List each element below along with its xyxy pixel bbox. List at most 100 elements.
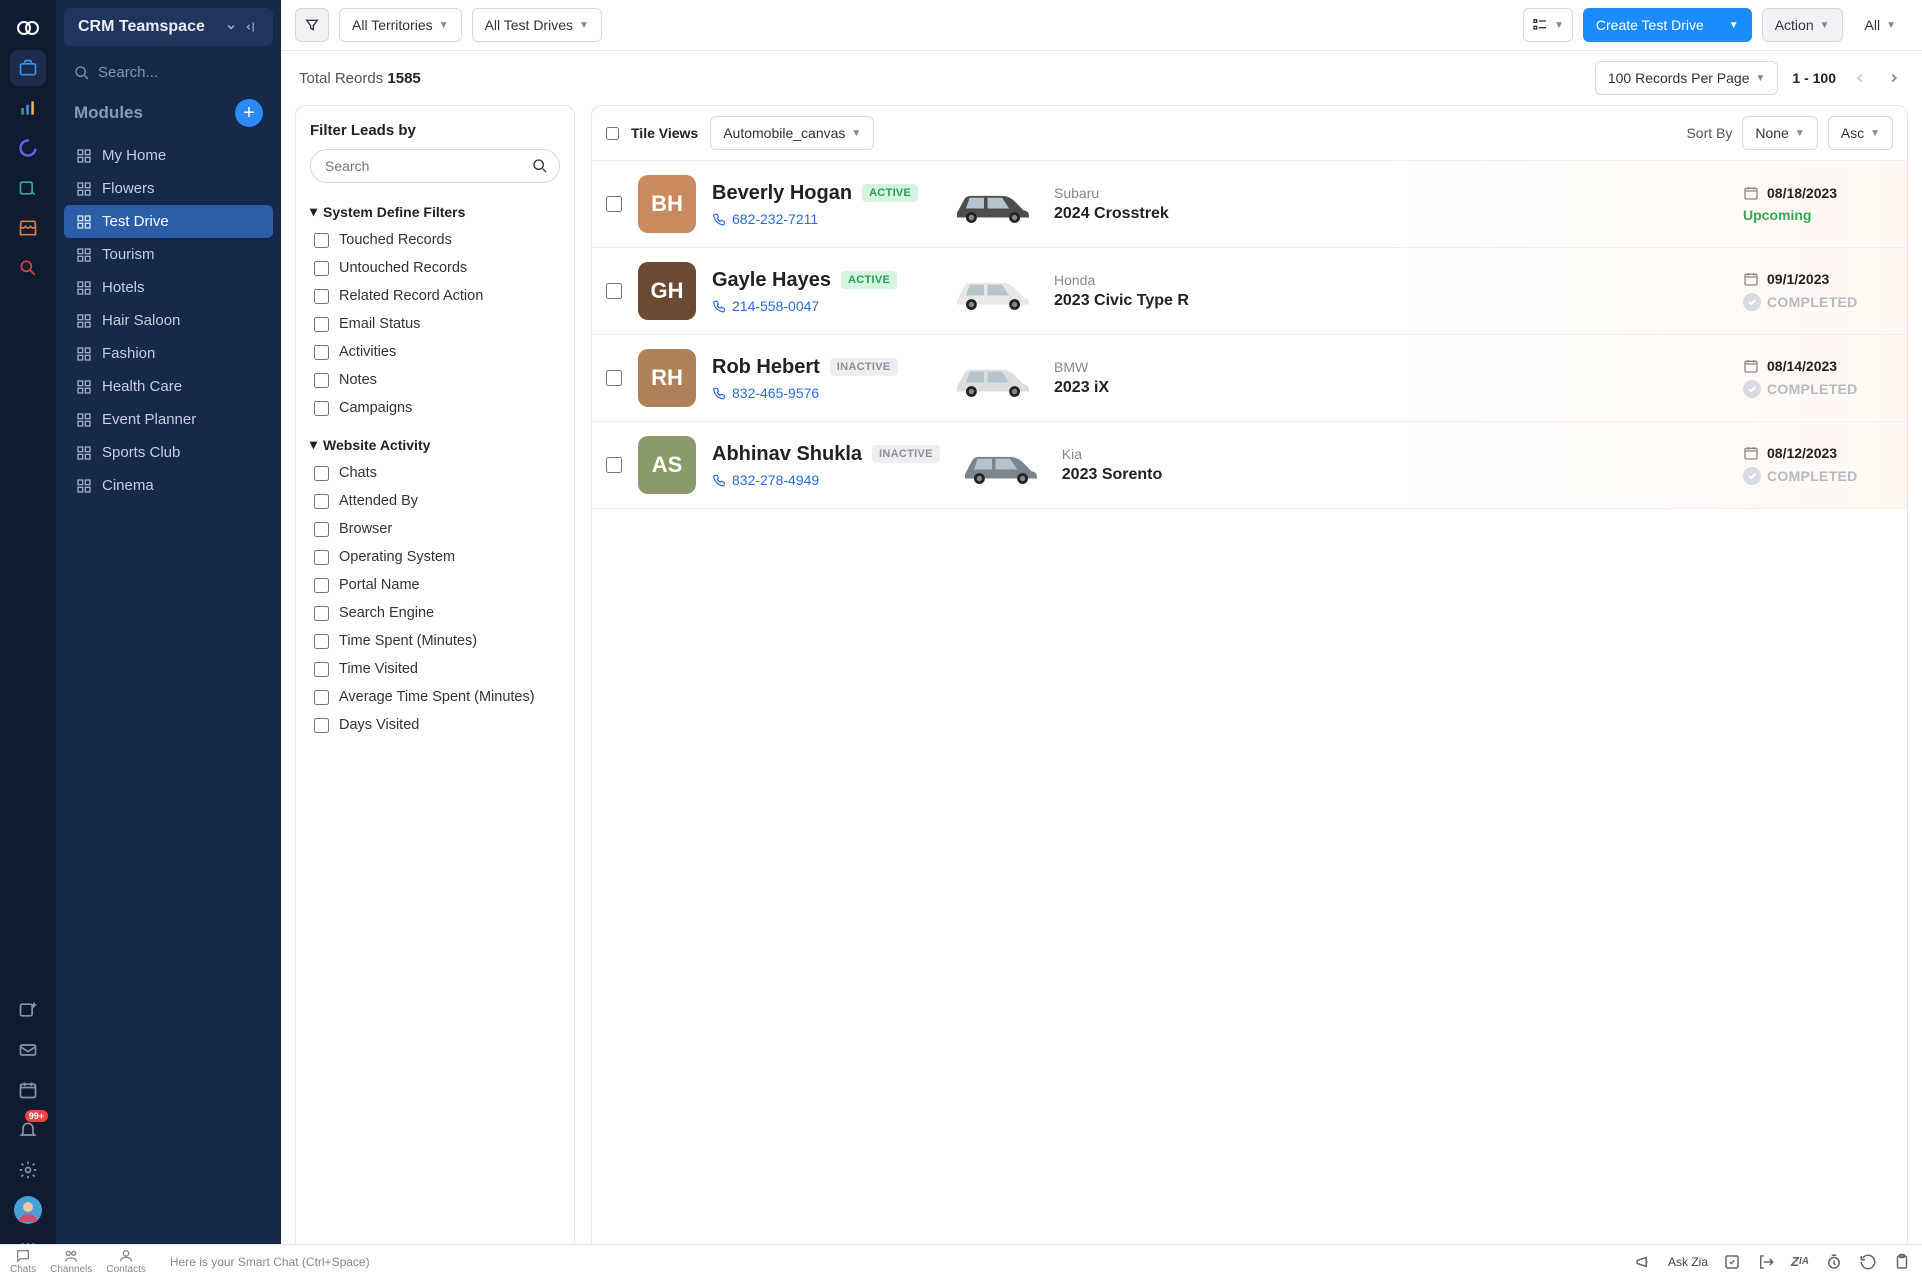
filter-checkbox[interactable] xyxy=(314,606,329,621)
filter-checkbox[interactable] xyxy=(314,662,329,677)
bb-clock-icon[interactable] xyxy=(1824,1252,1844,1272)
phone-link[interactable]: 682-232-7211 xyxy=(712,211,932,227)
rail-store-icon[interactable] xyxy=(10,210,46,246)
filter-checkbox[interactable] xyxy=(314,690,329,705)
filter-section-system[interactable]: ▾ System Define Filters xyxy=(310,197,560,226)
sortdir-dropdown[interactable]: Asc▼ xyxy=(1828,116,1893,150)
filter-section-website[interactable]: ▾ Website Activity xyxy=(310,430,560,459)
filter-checkbox[interactable] xyxy=(314,466,329,481)
sidebar-item-cinema[interactable]: Cinema xyxy=(64,469,273,502)
test-drives-dropdown[interactable]: All Test Drives▼ xyxy=(472,8,602,42)
filter-checkbox[interactable] xyxy=(314,494,329,509)
action-dropdown[interactable]: Action▼ xyxy=(1762,8,1843,42)
rail-calendar-edit-icon[interactable] xyxy=(10,170,46,206)
sidebar-item-hotels[interactable]: Hotels xyxy=(64,271,273,304)
row-checkbox[interactable] xyxy=(606,370,622,386)
filter-button[interactable] xyxy=(295,8,329,42)
rail-settings-icon[interactable] xyxy=(10,1152,46,1188)
filter-item[interactable]: Notes xyxy=(310,366,560,394)
rail-loading-icon[interactable] xyxy=(10,130,46,166)
bb-history-icon[interactable] xyxy=(1858,1252,1878,1272)
all-dropdown[interactable]: All▼ xyxy=(1853,8,1908,42)
view-mode-button[interactable]: ▼ xyxy=(1523,8,1573,42)
filter-item[interactable]: Browser xyxy=(310,515,560,543)
filter-item[interactable]: Days Visited xyxy=(310,711,560,739)
ask-zia-button[interactable]: Ask Zia xyxy=(1668,1255,1708,1269)
sidebar-item-hair-saloon[interactable]: Hair Saloon xyxy=(64,304,273,337)
bb-clipboard-icon[interactable] xyxy=(1892,1252,1912,1272)
bb-channels[interactable]: Channels xyxy=(50,1248,92,1275)
filter-checkbox[interactable] xyxy=(314,401,329,416)
sidebar-search[interactable]: Search... xyxy=(56,54,281,91)
rail-briefcase-icon[interactable] xyxy=(10,50,46,86)
filter-checkbox[interactable] xyxy=(314,317,329,332)
phone-link[interactable]: 832-465-9576 xyxy=(712,385,932,401)
add-module-button[interactable]: + xyxy=(235,99,263,127)
app-logo-icon[interactable] xyxy=(10,10,46,46)
user-avatar-icon[interactable] xyxy=(10,1192,46,1228)
filter-checkbox[interactable] xyxy=(314,550,329,565)
filter-item[interactable]: Related Record Action xyxy=(310,282,560,310)
sidebar-item-health-care[interactable]: Health Care xyxy=(64,370,273,403)
row-checkbox[interactable] xyxy=(606,283,622,299)
filter-item[interactable]: Touched Records xyxy=(310,226,560,254)
table-row[interactable]: BHBeverly HoganACTIVE682-232-7211Subaru2… xyxy=(592,161,1907,248)
select-all-checkbox[interactable] xyxy=(606,127,619,140)
filter-item[interactable]: Activities xyxy=(310,338,560,366)
filter-item[interactable]: Attended By xyxy=(310,487,560,515)
row-checkbox[interactable] xyxy=(606,196,622,212)
bb-contacts[interactable]: Contacts xyxy=(106,1248,145,1275)
filter-item[interactable]: Time Spent (Minutes) xyxy=(310,627,560,655)
bb-zia-icon[interactable]: ZIA xyxy=(1790,1252,1810,1272)
filter-item[interactable]: Portal Name xyxy=(310,571,560,599)
rail-bell-icon[interactable]: 99+ xyxy=(10,1112,46,1148)
sidebar-item-my-home[interactable]: My Home xyxy=(64,139,273,172)
filter-item[interactable]: Average Time Spent (Minutes) xyxy=(310,683,560,711)
filter-item[interactable]: Untouched Records xyxy=(310,254,560,282)
sortby-dropdown[interactable]: None▼ xyxy=(1742,116,1817,150)
filter-checkbox[interactable] xyxy=(314,373,329,388)
row-checkbox[interactable] xyxy=(606,457,622,473)
filter-item[interactable]: Chats xyxy=(310,459,560,487)
filter-checkbox[interactable] xyxy=(314,233,329,248)
table-row[interactable]: ASAbhinav ShuklaINACTIVE832-278-4949Kia2… xyxy=(592,422,1907,509)
rail-search-red-icon[interactable] xyxy=(10,250,46,286)
rail-mail-icon[interactable] xyxy=(10,1032,46,1068)
territories-dropdown[interactable]: All Territories▼ xyxy=(339,8,462,42)
pager-prev[interactable] xyxy=(1850,68,1870,88)
filter-item[interactable]: Time Visited xyxy=(310,655,560,683)
collapse-icon[interactable] xyxy=(245,20,259,34)
filter-checkbox[interactable] xyxy=(314,634,329,649)
pager-next[interactable] xyxy=(1884,68,1904,88)
teamspace-selector[interactable]: CRM Teamspace xyxy=(64,8,273,46)
filter-checkbox[interactable] xyxy=(314,345,329,360)
table-row[interactable]: GHGayle HayesACTIVE214-558-0047Honda2023… xyxy=(592,248,1907,335)
filter-item[interactable]: Email Status xyxy=(310,310,560,338)
filter-checkbox[interactable] xyxy=(314,261,329,276)
filter-search-input[interactable] xyxy=(310,149,560,183)
bb-chats[interactable]: Chats xyxy=(10,1248,36,1275)
canvas-dropdown[interactable]: Automobile_canvas▼ xyxy=(710,116,874,150)
filter-item[interactable]: Operating System xyxy=(310,543,560,571)
filter-checkbox[interactable] xyxy=(314,718,329,733)
create-test-drive-button[interactable]: Create Test Drive xyxy=(1583,8,1717,42)
filter-item[interactable]: Campaigns xyxy=(310,394,560,422)
bb-megaphone-icon[interactable] xyxy=(1634,1252,1654,1272)
rail-calendar-icon[interactable] xyxy=(10,1072,46,1108)
create-dropdown-button[interactable]: ▼ xyxy=(1717,8,1752,42)
phone-link[interactable]: 832-278-4949 xyxy=(712,472,940,488)
phone-link[interactable]: 214-558-0047 xyxy=(712,298,932,314)
sidebar-item-tourism[interactable]: Tourism xyxy=(64,238,273,271)
bb-arrow-out-icon[interactable] xyxy=(1756,1252,1776,1272)
sidebar-item-test-drive[interactable]: Test Drive xyxy=(64,205,273,238)
filter-checkbox[interactable] xyxy=(314,578,329,593)
rail-add-window-icon[interactable] xyxy=(10,992,46,1028)
sidebar-item-event-planner[interactable]: Event Planner xyxy=(64,403,273,436)
filter-checkbox[interactable] xyxy=(314,289,329,304)
table-row[interactable]: RHRob HebertINACTIVE832-465-9576BMW2023 … xyxy=(592,335,1907,422)
sidebar-item-flowers[interactable]: Flowers xyxy=(64,172,273,205)
smart-chat-input[interactable]: Here is your Smart Chat (Ctrl+Space) xyxy=(160,1255,1620,1269)
per-page-dropdown[interactable]: 100 Records Per Page▼ xyxy=(1595,61,1779,95)
bb-compose-icon[interactable] xyxy=(1722,1252,1742,1272)
filter-checkbox[interactable] xyxy=(314,522,329,537)
